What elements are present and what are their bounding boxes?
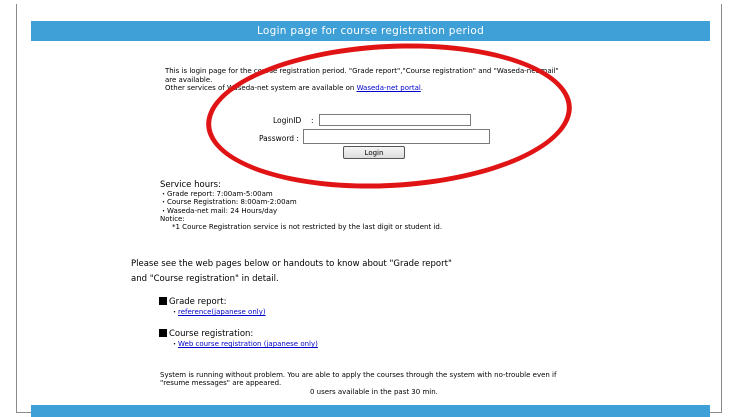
- users-count: 0 users available in the past 30 min.: [310, 387, 438, 396]
- info-line-1: Please see the web pages below or handou…: [131, 259, 452, 269]
- course-registration-title: Course registration:: [169, 329, 254, 339]
- bullet-dot: ・: [171, 308, 178, 316]
- grade-report-section: Grade report: ・reference(japanese only): [159, 297, 266, 317]
- service-hours: Service hours: ・Grade report: 7:00am-5:0…: [160, 180, 442, 231]
- bullet-dot: ・: [171, 340, 178, 348]
- info-line-2: and "Course registration" in detail.: [131, 274, 279, 284]
- grade-report-link-row: ・reference(japanese only): [159, 308, 266, 317]
- grade-report-reference-link[interactable]: reference(japanese only): [178, 308, 266, 316]
- page-footer-bar: [31, 405, 710, 417]
- service-item: ・Course Registration: 8:00am-2:00am: [160, 198, 297, 207]
- grade-report-heading: Grade report:: [159, 297, 266, 307]
- page-title: Login page for course registration perio…: [256, 25, 485, 37]
- square-bullet-icon: [159, 297, 167, 305]
- system-status: System is running without problem. You a…: [160, 371, 600, 396]
- service-hours-heading: Service hours:: [160, 180, 221, 190]
- course-registration-link-row: ・Web course registration (japanese only): [159, 340, 318, 349]
- service-item: ・Waseda-net mail: 24 Hours/day: [160, 206, 278, 215]
- notice-text: *1 Cource Registration service is not re…: [172, 223, 443, 232]
- square-bullet-icon: [159, 329, 167, 337]
- notice-label: Notice:: [160, 214, 185, 223]
- status-line-2: "resume messages" are appeared.: [160, 379, 282, 388]
- page-header: Login page for course registration perio…: [31, 21, 710, 41]
- web-course-registration-link[interactable]: Web course registration (japanese only): [178, 340, 318, 348]
- course-registration-section: Course registration: ・Web course registr…: [159, 329, 318, 349]
- info-text: Please see the web pages below or handou…: [131, 257, 452, 287]
- grade-report-title: Grade report:: [169, 297, 227, 307]
- service-item: ・Grade report: 7:00am-5:00am: [160, 190, 273, 198]
- status-line-1: System is running without problem. You a…: [160, 371, 557, 379]
- course-registration-heading: Course registration:: [159, 329, 318, 339]
